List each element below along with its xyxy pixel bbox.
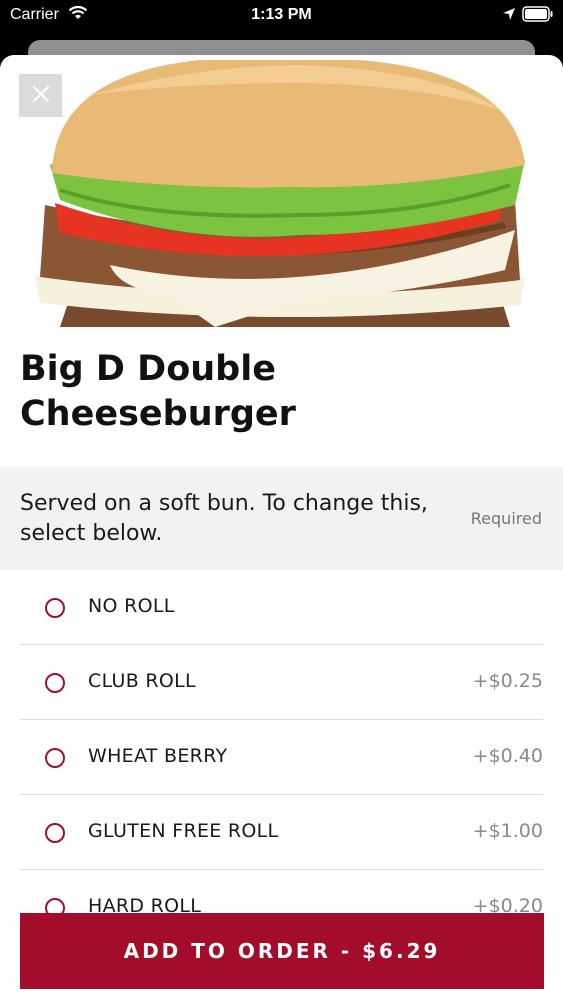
option-label: NO ROLL <box>88 595 175 617</box>
option-club-roll[interactable]: CLUB ROLL +$0.25 <box>20 645 543 720</box>
option-label: CLUB ROLL <box>88 670 196 692</box>
option-wheat-berry[interactable]: WHEAT BERRY +$0.40 <box>20 720 543 795</box>
location-arrow-icon <box>502 7 516 26</box>
radio-button[interactable] <box>45 823 65 843</box>
radio-button[interactable] <box>45 598 65 618</box>
required-label: Required <box>470 509 542 528</box>
radio-button[interactable] <box>45 748 65 768</box>
close-button[interactable] <box>19 74 62 117</box>
battery-icon <box>522 6 554 27</box>
clock: 1:13 PM <box>251 6 312 23</box>
option-label: GLUTEN FREE ROLL <box>88 820 279 842</box>
item-title: Big D Double Cheeseburger <box>20 349 296 434</box>
option-price: +$1.00 <box>472 820 543 842</box>
option-gluten-free-roll[interactable]: GLUTEN FREE ROLL +$1.00 <box>20 795 543 870</box>
options-list: NO ROLL CLUB ROLL +$0.25 WHEAT BERRY +$0… <box>0 570 563 945</box>
option-label: WHEAT BERRY <box>88 745 228 767</box>
item-detail-sheet: Big D Double Cheeseburger Served on a so… <box>0 55 563 1000</box>
option-price: +$0.40 <box>472 745 543 767</box>
option-price: +$0.25 <box>472 670 543 692</box>
modifier-group-description: Served on a soft bun. To change this, se… <box>20 491 428 546</box>
burger-photo <box>0 55 563 327</box>
status-bar: Carrier 1:13 PM <box>0 0 563 32</box>
option-no-roll[interactable]: NO ROLL <box>20 570 543 645</box>
add-to-order-button[interactable]: ADD TO ORDER - $6.29 <box>20 913 544 989</box>
close-icon <box>32 85 50 107</box>
radio-button[interactable] <box>45 673 65 693</box>
modifier-group-header: Served on a soft bun. To change this, se… <box>0 467 563 570</box>
